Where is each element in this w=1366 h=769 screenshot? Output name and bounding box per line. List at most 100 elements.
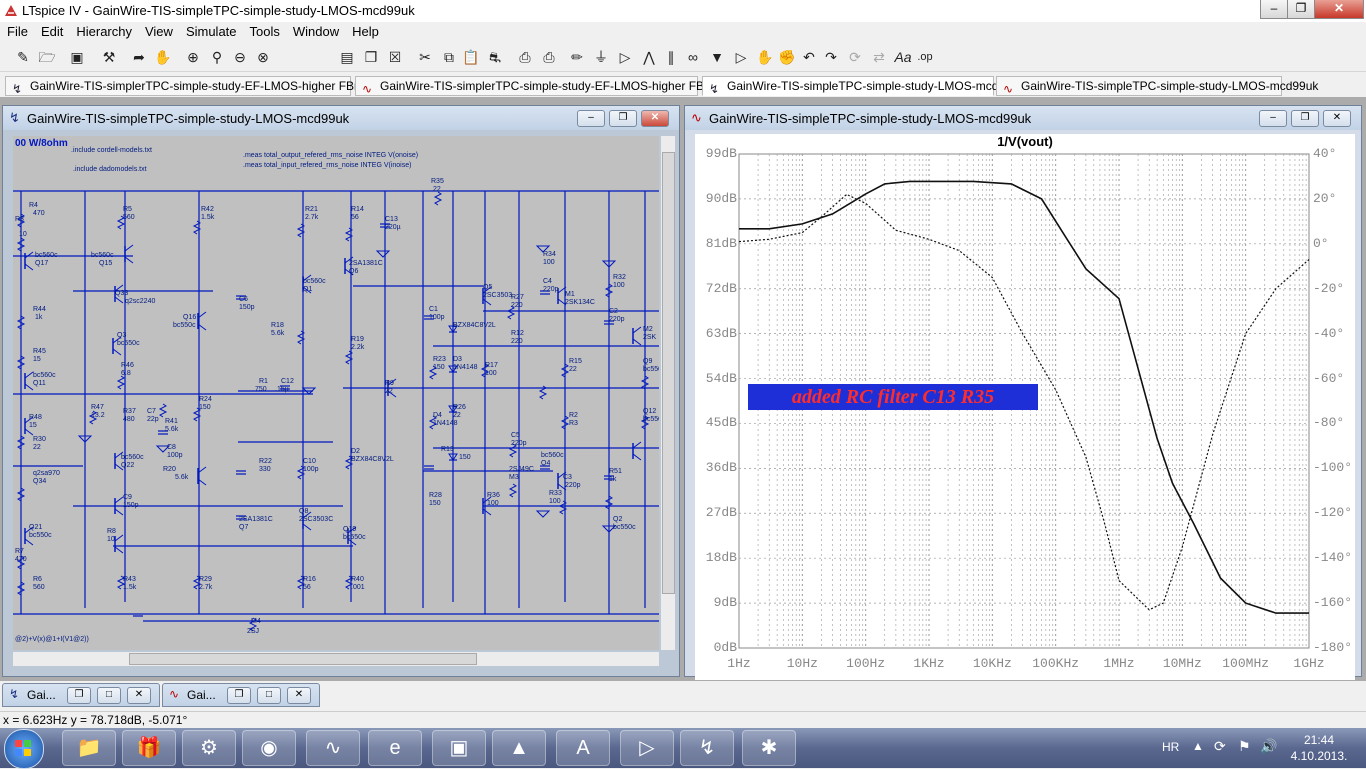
component-label[interactable]: R19	[351, 336, 364, 343]
component-label[interactable]: R26	[453, 404, 466, 411]
show-hidden-icon[interactable]: ▲	[1192, 739, 1204, 753]
component-label[interactable]: R22	[259, 458, 272, 465]
component-label[interactable]: 470	[15, 556, 27, 563]
component-label[interactable]: BZX84C8V2L	[453, 322, 496, 329]
component-label[interactable]: C8	[167, 444, 176, 451]
component-label[interactable]: C10	[303, 458, 316, 465]
component-label[interactable]: R6	[33, 576, 42, 583]
component-label[interactable]: 100	[549, 498, 561, 505]
component-label[interactable]: D2	[351, 448, 360, 455]
component-label[interactable]: 150p	[123, 502, 139, 509]
component-label[interactable]: 100	[487, 500, 499, 507]
component-label[interactable]: 13.2	[91, 412, 105, 419]
component-label[interactable]: R45	[33, 348, 46, 355]
menu-tools[interactable]: Tools	[243, 22, 286, 39]
tab-waveform-1[interactable]: ∿ GainWire-TIS-simplerTPC-simple-study-EF…	[355, 76, 749, 96]
component-label[interactable]: R3	[569, 420, 578, 427]
component-label[interactable]: 5.6k	[175, 474, 188, 481]
component-label[interactable]: R15	[569, 358, 582, 365]
resistor-icon[interactable]: ⋀	[640, 48, 658, 66]
component-label[interactable]: R12	[511, 330, 524, 337]
redo-icon[interactable]: ↷	[822, 48, 840, 66]
component-label[interactable]: 220	[511, 338, 523, 345]
store-icon[interactable]: 🎁	[122, 730, 176, 766]
document-icon[interactable]: A	[556, 730, 610, 766]
child-minimize-button[interactable]: –	[1259, 110, 1287, 127]
component-label[interactable]: Q33	[115, 290, 128, 297]
component-label[interactable]: bc550c	[117, 340, 140, 347]
component-label[interactable]: 15	[29, 422, 37, 429]
component-label[interactable]: 10	[19, 231, 27, 238]
component-label[interactable]: q2sa970	[33, 470, 60, 477]
tool-icon[interactable]: ⚙	[182, 730, 236, 766]
component-icon[interactable]: ▷	[732, 48, 750, 66]
elevated-app-icon[interactable]: ▷	[620, 730, 674, 766]
component-label[interactable]: Q34	[33, 478, 46, 485]
component-label[interactable]: 5.6k	[165, 426, 178, 433]
component-label[interactable]: R18	[271, 322, 284, 329]
child-close-button[interactable]: ✕	[641, 110, 669, 127]
label-icon[interactable]: ▷	[616, 48, 634, 66]
start-button[interactable]	[4, 729, 44, 769]
antivirus-icon[interactable]: ◉	[242, 730, 296, 766]
component-label[interactable]: C3	[563, 474, 572, 481]
component-label[interactable]: 1.5k	[201, 214, 214, 221]
minimized-schematic-window[interactable]: ↯ Gai... ❐ □ ✕	[2, 683, 160, 707]
component-label[interactable]: Q22	[121, 462, 134, 469]
component-label[interactable]: R4	[29, 202, 38, 209]
component-label[interactable]: R41	[165, 418, 178, 425]
diode-icon[interactable]: ▼	[708, 48, 726, 66]
component-label[interactable]: R14	[351, 206, 364, 213]
component-label[interactable]: C4	[543, 278, 552, 285]
print-setup-icon[interactable]: ⎙	[516, 48, 534, 66]
component-label[interactable]: C7	[147, 408, 156, 415]
close-button[interactable]: ✕	[1314, 0, 1364, 19]
component-label[interactable]: 560	[33, 584, 45, 591]
component-label[interactable]: C12	[281, 378, 294, 385]
component-label[interactable]: 22	[569, 366, 577, 373]
tile-horizontal-icon[interactable]: ▤	[338, 48, 356, 66]
component-label[interactable]: bc560c	[35, 252, 58, 259]
menu-window[interactable]: Window	[286, 22, 345, 39]
component-label[interactable]: R51	[609, 468, 622, 475]
component-label[interactable]: Q11	[33, 380, 46, 387]
component-label[interactable]: 22	[385, 388, 393, 395]
component-label[interactable]: Q21	[29, 524, 42, 531]
component-label[interactable]: Q5	[483, 284, 492, 291]
component-label[interactable]: 220p	[511, 440, 527, 447]
component-label[interactable]: R30	[33, 436, 46, 443]
component-label[interactable]: Q12	[643, 408, 656, 415]
wire-icon[interactable]: ✏	[568, 48, 586, 66]
component-label[interactable]: R32	[613, 274, 626, 281]
component-label[interactable]: R37	[123, 408, 136, 415]
component-label[interactable]: 22	[453, 412, 461, 419]
component-label[interactable]: R16	[303, 576, 316, 583]
component-label[interactable]: Q7	[239, 524, 248, 531]
explorer-icon[interactable]: 📁	[62, 730, 116, 766]
inductor-icon[interactable]: ∞	[684, 48, 702, 66]
component-label[interactable]: .15µ	[275, 386, 289, 393]
menu-hierarchy[interactable]: Hierarchy	[69, 22, 138, 39]
component-label[interactable]: 56	[303, 584, 311, 591]
photo-viewer-icon[interactable]: ▣	[432, 730, 486, 766]
component-label[interactable]: 470	[33, 210, 45, 217]
component-label[interactable]: 220p	[609, 316, 625, 323]
component-label[interactable]: bc560c	[303, 278, 326, 285]
component-label[interactable]: R35	[431, 178, 444, 185]
component-label[interactable]: R1	[259, 378, 268, 385]
component-label[interactable]: D4	[433, 412, 442, 419]
component-label[interactable]: R47	[91, 404, 104, 411]
child-close-button[interactable]: ✕	[1323, 110, 1351, 127]
find-icon[interactable]: ⛐	[486, 48, 504, 66]
component-label[interactable]: 2SC3503C	[299, 516, 333, 523]
component-label[interactable]: 750	[255, 386, 267, 393]
component-label[interactable]: R2	[569, 412, 578, 419]
component-label[interactable]: Q16	[183, 314, 196, 321]
flag-icon[interactable]: ⚑	[1238, 738, 1251, 755]
child-maximize-button[interactable]: ❐	[609, 110, 637, 127]
close-button[interactable]: ✕	[287, 687, 311, 704]
drag-icon[interactable]: ✊	[778, 48, 796, 66]
component-label[interactable]: 2SC3503	[483, 292, 512, 299]
component-label[interactable]: 2.7k	[305, 214, 318, 221]
component-label[interactable]: 56	[351, 214, 359, 221]
